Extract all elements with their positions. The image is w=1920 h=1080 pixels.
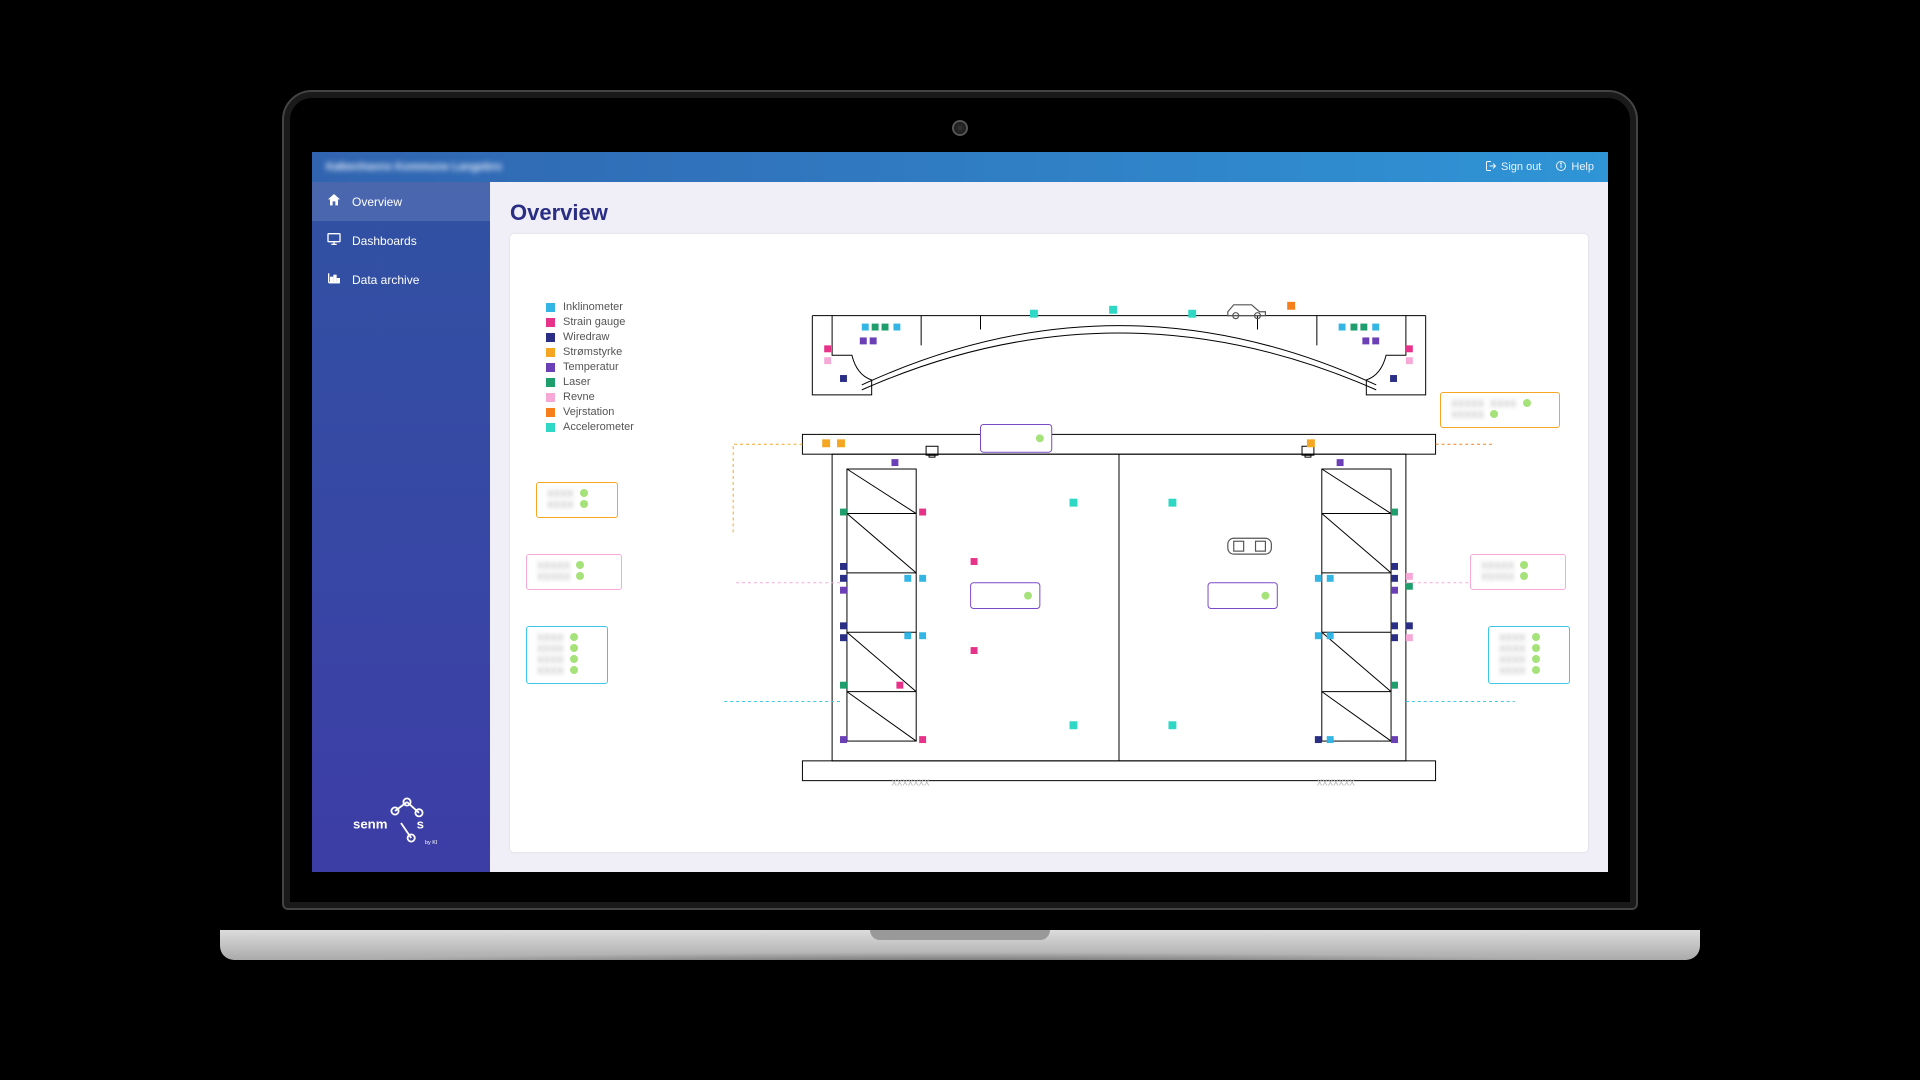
legend: Inklinometer Strain gauge Wiredraw Strøm…	[546, 298, 634, 436]
svg-text:xxxxxxx: xxxxxxx	[1317, 777, 1356, 789]
chart-icon	[326, 270, 342, 289]
content-area: Overview Inklinometer Strain gauge Wired…	[490, 182, 1608, 872]
sidebar-item-overview[interactable]: Overview	[312, 182, 490, 221]
infobox-crack-left[interactable]: XXXXX XXXXX	[526, 554, 622, 590]
sidebar-item-label: Data archive	[352, 273, 419, 287]
legend-item: Vejrstation	[546, 406, 634, 418]
svg-text:senm: senm	[353, 816, 387, 831]
page-title: Overview	[510, 200, 1608, 226]
bridge-diagram: xxxxxxx xxxxxxx	[670, 286, 1568, 840]
sidebar-item-data-archive[interactable]: Data archive	[312, 260, 490, 299]
infobox-crack-right[interactable]: XXXXX XXXXX	[1470, 554, 1566, 590]
legend-item: Strain gauge	[546, 316, 634, 328]
svg-text:by KI: by KI	[425, 840, 437, 846]
monitor-icon	[326, 231, 342, 250]
sign-out-icon	[1485, 160, 1497, 175]
sidebar-item-label: Overview	[352, 195, 402, 209]
sidebar-item-label: Dashboards	[352, 234, 417, 248]
legend-item: Revne	[546, 391, 634, 403]
legend-item: Laser	[546, 376, 634, 388]
topbar: Københavns Kommune Langebro Sign out Hel…	[312, 152, 1608, 182]
project-title: Københavns Kommune Langebro	[326, 161, 502, 173]
help-button[interactable]: Help	[1555, 160, 1594, 175]
sign-out-button[interactable]: Sign out	[1485, 160, 1541, 175]
infobox-inkl-left[interactable]: XXXX XXXX XXXX XXXX	[526, 626, 608, 684]
infobox-inkl-right[interactable]: XXXX XXXX XXXX XXXX	[1488, 626, 1570, 684]
legend-item: Temperatur	[546, 361, 634, 373]
legend-item: Accelerometer	[546, 421, 634, 433]
legend-item: Wiredraw	[546, 331, 634, 343]
sidebar-item-dashboards[interactable]: Dashboards	[312, 221, 490, 260]
infobox-current[interactable]: XXXX XXXX	[536, 482, 618, 518]
svg-text:s: s	[417, 816, 424, 831]
sidebar: Overview Dashboards Data archive	[312, 182, 490, 872]
legend-item: Strømstyrke	[546, 346, 634, 358]
info-icon	[1555, 160, 1567, 175]
infobox-weather[interactable]: XXXXX XXXX XXXXX	[1440, 392, 1560, 428]
overview-panel: Inklinometer Strain gauge Wiredraw Strøm…	[510, 234, 1588, 852]
legend-item: Inklinometer	[546, 301, 634, 313]
home-icon	[326, 192, 342, 211]
svg-text:xxxxxxx: xxxxxxx	[891, 777, 930, 789]
brand-logo: senm s by KI	[312, 772, 490, 872]
